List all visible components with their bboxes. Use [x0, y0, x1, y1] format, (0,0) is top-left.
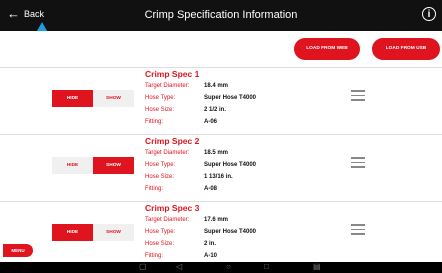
target-diameter-row: Target Diameter: 17.6 mm — [145, 217, 228, 223]
spec-row: HIDE SHOW Crimp Spec 2 Target Diameter: 18.5… — [0, 134, 442, 201]
fitting-value: A-10 — [204, 253, 218, 259]
fitting-label: Fitting: — [145, 186, 164, 192]
target-diameter-label: Target Diameter: — [145, 83, 190, 89]
hose-type-row: Hose Type: Super Hose T4000 — [145, 95, 256, 101]
hose-size-value: 2 in. — [204, 241, 217, 247]
hide-button[interactable]: HIDE — [52, 157, 93, 174]
hide-button[interactable]: HIDE — [52, 224, 93, 241]
hose-size-label: Hose Size: — [145, 241, 175, 247]
show-button[interactable]: SHOW — [93, 157, 134, 174]
menu-button[interactable]: MENU — [3, 244, 33, 257]
visibility-toggle[interactable]: HIDE SHOW — [52, 224, 134, 241]
spec-row: HIDE SHOW Crimp Spec 1 Target Diameter: 18.4… — [0, 67, 442, 134]
info-icon[interactable]: i — [422, 7, 436, 21]
hose-size-label: Hose Size: — [145, 174, 175, 180]
hose-type-value: Super Hose T4000 — [204, 95, 257, 101]
target-diameter-label: Target Diameter: — [145, 150, 190, 156]
fitting-row: Fitting: A-06 — [145, 119, 217, 125]
hose-size-value: 2 1/2 in. — [204, 107, 227, 113]
fitting-label: Fitting: — [145, 119, 164, 125]
screenshot-icon[interactable]: ▢ — [139, 262, 147, 271]
android-nav-bar: ▢ ◁ ○ □ ▤ — [0, 262, 442, 273]
hose-type-label: Hose Type: — [145, 162, 176, 168]
nav-home-icon[interactable]: ○ — [226, 262, 231, 271]
load-actions: LOAD FROM WEB LOAD FROM USB — [0, 31, 442, 67]
hose-size-row: Hose Size: 2 in. — [145, 241, 216, 247]
target-diameter-label: Target Diameter: — [145, 217, 190, 223]
fitting-row: Fitting: A-10 — [145, 253, 217, 259]
hose-type-value: Super Hose T4000 — [204, 229, 257, 235]
target-diameter-row: Target Diameter: 18.4 mm — [145, 83, 228, 89]
load-from-web-button[interactable]: LOAD FROM WEB — [294, 38, 360, 60]
hose-size-row: Hose Size: 2 1/2 in. — [145, 107, 226, 113]
fitting-label: Fitting: — [145, 253, 164, 259]
fitting-value: A-08 — [204, 186, 218, 192]
spec-row: HIDE SHOW Crimp Spec 3 Target Diameter: 17.6… — [0, 201, 442, 268]
hide-button[interactable]: HIDE — [52, 90, 93, 107]
fitting-row: Fitting: A-08 — [145, 186, 217, 192]
hose-size-row: Hose Size: 1 13/16 in. — [145, 174, 233, 180]
show-button[interactable]: SHOW — [93, 90, 134, 107]
fitting-value: A-06 — [204, 119, 218, 125]
load-from-usb-button[interactable]: LOAD FROM USB — [372, 38, 440, 60]
hose-type-value: Super Hose T4000 — [204, 162, 257, 168]
hose-size-value: 1 13/16 in. — [204, 174, 233, 180]
visibility-toggle[interactable]: HIDE SHOW — [52, 157, 134, 174]
spec-name: Crimp Spec 2 — [145, 136, 200, 146]
hamburger-menu-icon[interactable] — [351, 90, 365, 104]
spec-name: Crimp Spec 1 — [145, 69, 200, 79]
target-diameter-row: Target Diameter: 18.5 mm — [145, 150, 228, 156]
hamburger-menu-icon[interactable] — [351, 224, 365, 238]
screen-rotate-icon[interactable]: ▤ — [313, 262, 321, 271]
visibility-toggle[interactable]: HIDE SHOW — [52, 90, 134, 107]
spec-name: Crimp Spec 3 — [145, 203, 200, 213]
hamburger-menu-icon[interactable] — [351, 157, 365, 171]
hose-type-label: Hose Type: — [145, 229, 176, 235]
hose-type-row: Hose Type: Super Hose T4000 — [145, 229, 256, 235]
show-button[interactable]: SHOW — [93, 224, 134, 241]
nav-back-icon[interactable]: ◁ — [176, 262, 182, 271]
target-diameter-value: 17.6 mm — [204, 217, 229, 223]
hose-size-label: Hose Size: — [145, 107, 175, 113]
page-title: Crimp Specification Information — [144, 9, 298, 21]
target-diameter-value: 18.4 mm — [204, 83, 229, 89]
hose-type-row: Hose Type: Super Hose T4000 — [145, 162, 256, 168]
target-diameter-value: 18.5 mm — [204, 150, 229, 156]
hose-type-label: Hose Type: — [145, 95, 176, 101]
spec-list: LOAD FROM WEB LOAD FROM USB HIDE SHOW Crim… — [0, 31, 442, 262]
nav-recents-icon[interactable]: □ — [264, 262, 269, 271]
top-bar: ← Back Crimp Specification Information i — [0, 0, 442, 31]
